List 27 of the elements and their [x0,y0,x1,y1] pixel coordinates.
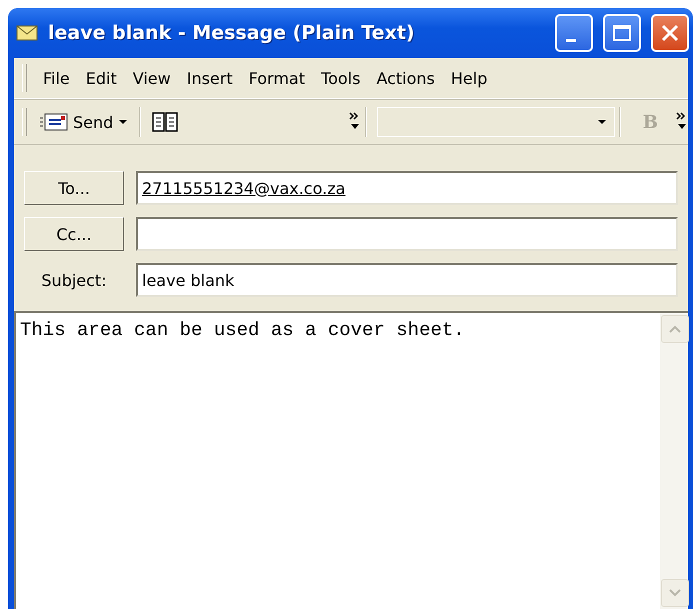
maximize-icon [612,24,632,42]
address-button[interactable]: Cc... [24,217,124,251]
menu-item[interactable]: Insert [180,64,239,92]
input-field[interactable]: 27115551234@vax.co.za [136,171,678,205]
caret-icon [117,117,130,127]
window-title: leave blank - Message (Plain Text) [48,22,416,44]
caret-icon [596,117,608,127]
close-button[interactable] [651,14,689,52]
menu-item[interactable]: Help [444,64,494,92]
input-field[interactable] [136,217,678,251]
send-button[interactable]: Send [33,108,136,136]
maximize-button[interactable] [603,14,641,52]
minimize-icon [566,38,576,42]
menu-item[interactable]: Actions [370,64,441,92]
field-label: Subject: [40,270,108,290]
envelope-icon [16,25,38,41]
menu-item[interactable]: Format [242,64,312,92]
minimize-button[interactable] [555,14,593,52]
address-book-icon[interactable] [151,110,180,134]
address-button[interactable]: To... [24,171,124,205]
close-icon [660,23,680,43]
menu-item[interactable]: Edit [80,64,123,92]
send-icon [39,112,69,132]
input-field[interactable]: leave blank [136,263,678,297]
menu-item[interactable]: Tools [315,64,366,92]
menu-item[interactable]: View [126,64,177,92]
menu-item[interactable]: File [37,64,76,92]
